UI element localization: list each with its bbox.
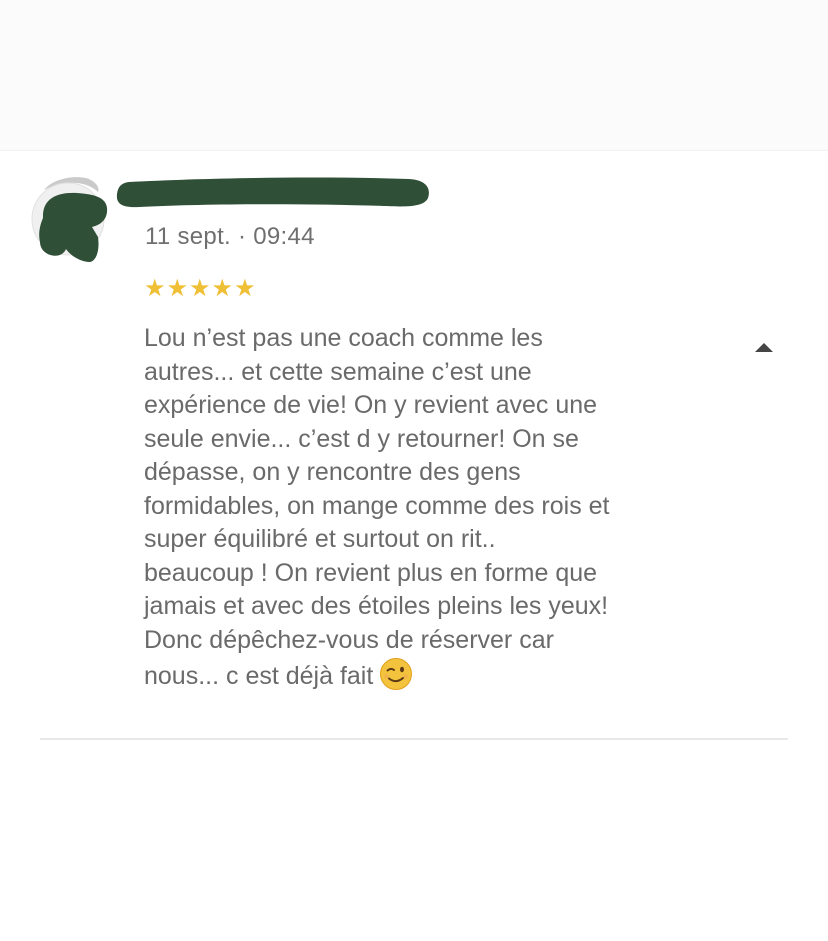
avatar-image xyxy=(31,177,108,262)
chevron-up-icon xyxy=(755,343,773,352)
review-card: 11 sept. · 09:44 ★ ★ ★ ★ ★ Lou n’est pas… xyxy=(0,150,828,740)
winking-face-icon xyxy=(379,657,413,701)
review-text: Lou n’est pas une coach comme les autres… xyxy=(144,324,610,690)
author-name-redacted xyxy=(115,173,431,211)
star-icon: ★ xyxy=(166,274,189,302)
star-icon: ★ xyxy=(144,274,166,302)
review-date: 11 sept. · 09:44 xyxy=(145,223,315,250)
review-text-block: Lou n’est pas une coach comme les autres… xyxy=(144,322,704,701)
star-icon: ★ xyxy=(189,274,211,302)
collapse-review-button[interactable] xyxy=(750,336,778,358)
star-icon: ★ xyxy=(211,274,234,302)
divider xyxy=(40,738,788,740)
star-rating: ★ ★ ★ ★ ★ xyxy=(144,274,256,302)
top-background xyxy=(0,0,828,151)
avatar xyxy=(30,174,108,262)
star-icon: ★ xyxy=(234,274,256,302)
